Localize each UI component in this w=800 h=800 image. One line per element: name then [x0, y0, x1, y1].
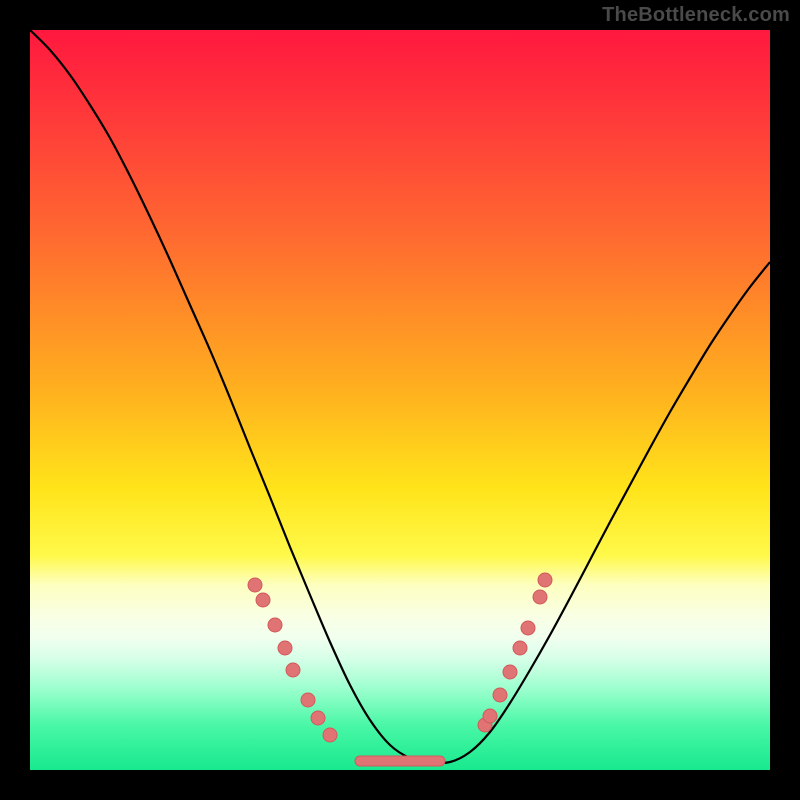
data-marker: [323, 728, 337, 742]
bottleneck-curve: [30, 30, 770, 763]
data-marker: [483, 709, 497, 723]
data-marker: [533, 590, 547, 604]
data-marker: [521, 621, 535, 635]
data-marker: [278, 641, 292, 655]
plot-area: [30, 30, 770, 770]
data-marker: [286, 663, 300, 677]
data-marker: [248, 578, 262, 592]
data-marker: [256, 593, 270, 607]
data-marker: [493, 688, 507, 702]
floor-segment: [355, 756, 445, 766]
data-marker: [513, 641, 527, 655]
chart-frame: TheBottleneck.com: [0, 0, 800, 800]
watermark-text: TheBottleneck.com: [602, 4, 790, 27]
data-marker: [503, 665, 517, 679]
marker-cluster-left: [248, 578, 337, 742]
chart-svg: [30, 30, 770, 770]
data-marker: [311, 711, 325, 725]
data-marker: [301, 693, 315, 707]
data-marker: [538, 573, 552, 587]
data-marker: [268, 618, 282, 632]
